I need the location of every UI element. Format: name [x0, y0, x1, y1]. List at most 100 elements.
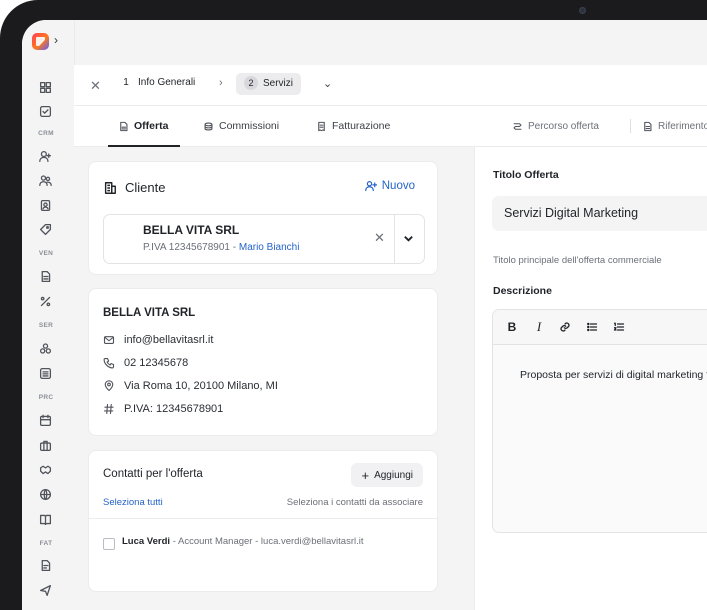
description-label: Descrizione: [493, 285, 552, 297]
editor-toolbar: B I: [493, 310, 707, 345]
tab-label: Fatturazione: [332, 120, 391, 132]
cliente-title: Cliente: [125, 180, 166, 195]
client-column: Cliente Nuovo BELLA VITA SRL P.IVA 12345…: [74, 147, 474, 610]
contact-email: luca.verdi@bellavitasrl.it: [260, 536, 364, 547]
divider: [89, 518, 437, 519]
step-number: 2: [244, 76, 258, 90]
building-icon: [104, 182, 116, 194]
link-icon[interactable]: [556, 318, 574, 336]
description-text: Proposta per servizi di digital marketin…: [520, 369, 707, 381]
phone-value[interactable]: 02 12345678: [124, 357, 188, 369]
device: › CRM VEN SER PRC FAT ✕ 1 Info Generali …: [0, 0, 707, 610]
briefcase-icon[interactable]: [37, 437, 53, 453]
tab-bar: Offerta Commissioni Fatturazione Percors…: [74, 106, 707, 147]
step-servizi[interactable]: 2 Servizi: [236, 73, 302, 95]
chevron-right-icon: ›: [219, 77, 223, 89]
route-icon: [513, 122, 522, 130]
title-label: Titolo Offerta: [493, 169, 559, 181]
coins-icon: [204, 122, 213, 130]
title-input-value: Servizi Digital Marketing: [504, 206, 639, 220]
bold-icon[interactable]: B: [503, 318, 521, 336]
list-box-icon[interactable]: [37, 365, 53, 381]
italic-icon[interactable]: I: [530, 318, 548, 336]
wizard-steps-bar: ✕ 1 Info Generali › 2 Servizi ⌄: [74, 65, 707, 106]
new-client-button[interactable]: Nuovo: [364, 180, 415, 192]
client-contact-link[interactable]: Mario Bianchi: [239, 242, 300, 253]
add-contact-label: Aggiungi: [374, 469, 413, 481]
chevron-down-icon[interactable]: ⌄: [323, 77, 332, 90]
document-icon: [120, 121, 128, 131]
chevron-right-icon[interactable]: ›: [54, 33, 58, 47]
bullet-list-icon[interactable]: [583, 318, 601, 336]
clear-client-icon[interactable]: ✕: [374, 230, 385, 246]
camera-icon: [579, 7, 586, 14]
step-info-generali[interactable]: 1 Info Generali: [119, 77, 195, 88]
tab-label: Percorso offerta: [528, 120, 599, 132]
tab-offerta[interactable]: Offerta: [107, 106, 181, 147]
calendar-icon[interactable]: [37, 412, 53, 428]
tab-riferimento[interactable]: Riferimento: [642, 106, 707, 146]
select-divider: [394, 215, 395, 263]
document-icon[interactable]: [37, 268, 53, 284]
details-client-name: BELLA VITA SRL: [103, 307, 196, 319]
tab-label: Offerta: [134, 120, 169, 132]
step-label: Servizi: [263, 78, 294, 89]
client-subtitle: P.IVA 12345678901 - Mario Bianchi: [143, 242, 299, 253]
client-name: BELLA VITA SRL: [143, 223, 240, 237]
close-icon[interactable]: ✕: [90, 78, 101, 94]
handshake-icon[interactable]: [37, 461, 53, 477]
tab-fatturazione[interactable]: Fatturazione: [316, 106, 390, 146]
phone-icon: [103, 357, 115, 369]
title-input[interactable]: Servizi Digital Marketing: [492, 196, 707, 231]
book-icon[interactable]: [37, 511, 53, 527]
address-book-icon[interactable]: [37, 197, 53, 213]
contact-checkbox[interactable]: [103, 538, 115, 550]
tab-commissioni[interactable]: Commissioni: [203, 106, 279, 146]
email-value[interactable]: info@bellavitasrl.it: [124, 334, 213, 346]
app-screen: › CRM VEN SER PRC FAT ✕ 1 Info Generali …: [22, 20, 707, 610]
services-icon[interactable]: [37, 340, 53, 356]
mail-icon: [103, 336, 115, 344]
tab-divider: [630, 119, 631, 133]
separator: -: [255, 536, 259, 547]
client-piva: P.IVA 12345678901: [143, 242, 230, 253]
numbered-list-icon[interactable]: [610, 318, 628, 336]
tab-label: Commissioni: [219, 120, 280, 132]
percent-icon[interactable]: [37, 293, 53, 309]
send-icon[interactable]: [37, 582, 53, 598]
new-client-label: Nuovo: [381, 180, 415, 192]
user-plus-icon: [364, 181, 377, 192]
tag-icon[interactable]: [37, 221, 53, 237]
sidebar-section-prc: PRC: [38, 394, 54, 401]
cliente-card: Cliente Nuovo BELLA VITA SRL P.IVA 12345…: [88, 161, 438, 275]
invoice-icon[interactable]: [37, 557, 53, 573]
users-icon[interactable]: [37, 172, 53, 188]
contact-name: Luca Verdi: [122, 536, 171, 547]
description-textarea[interactable]: Proposta per servizi di digital marketin…: [493, 345, 707, 532]
contact-row[interactable]: Luca Verdi - Account Manager - luca.verd…: [122, 536, 364, 547]
hash-icon: [103, 403, 114, 415]
sidebar-section-crm: CRM: [38, 130, 54, 137]
separator: -: [232, 242, 237, 253]
dashboard-icon[interactable]: [37, 79, 53, 95]
client-select[interactable]: BELLA VITA SRL P.IVA 12345678901 - Mario…: [103, 214, 425, 264]
receipt-icon: [318, 121, 325, 131]
app-logo[interactable]: [32, 33, 49, 50]
globe-icon[interactable]: [37, 486, 53, 502]
address-row: Via Roma 10, 20100 Milano, MI: [103, 380, 278, 392]
email-row: info@bellavitasrl.it: [103, 334, 213, 346]
contatti-title: Contatti per l'offerta: [103, 468, 203, 480]
tab-label: Riferimento: [658, 120, 707, 132]
tab-percorso-offerta[interactable]: Percorso offerta: [512, 106, 599, 146]
chevron-down-icon[interactable]: [403, 231, 414, 249]
tasks-icon[interactable]: [37, 103, 53, 119]
select-all-link[interactable]: Seleziona tutti: [103, 497, 163, 508]
map-pin-icon: [104, 380, 114, 392]
step-label: Info Generali: [138, 77, 196, 88]
offer-form: Titolo Offerta Servizi Digital Marketing…: [474, 147, 707, 610]
contact-add-icon[interactable]: [37, 148, 53, 164]
piva-row: P.IVA: 12345678901: [103, 403, 223, 415]
add-contact-button[interactable]: + Aggiungi: [351, 463, 423, 487]
contacts-hint: Seleziona i contatti da associare: [286, 497, 423, 508]
sidebar-section-ser: SER: [38, 322, 54, 329]
